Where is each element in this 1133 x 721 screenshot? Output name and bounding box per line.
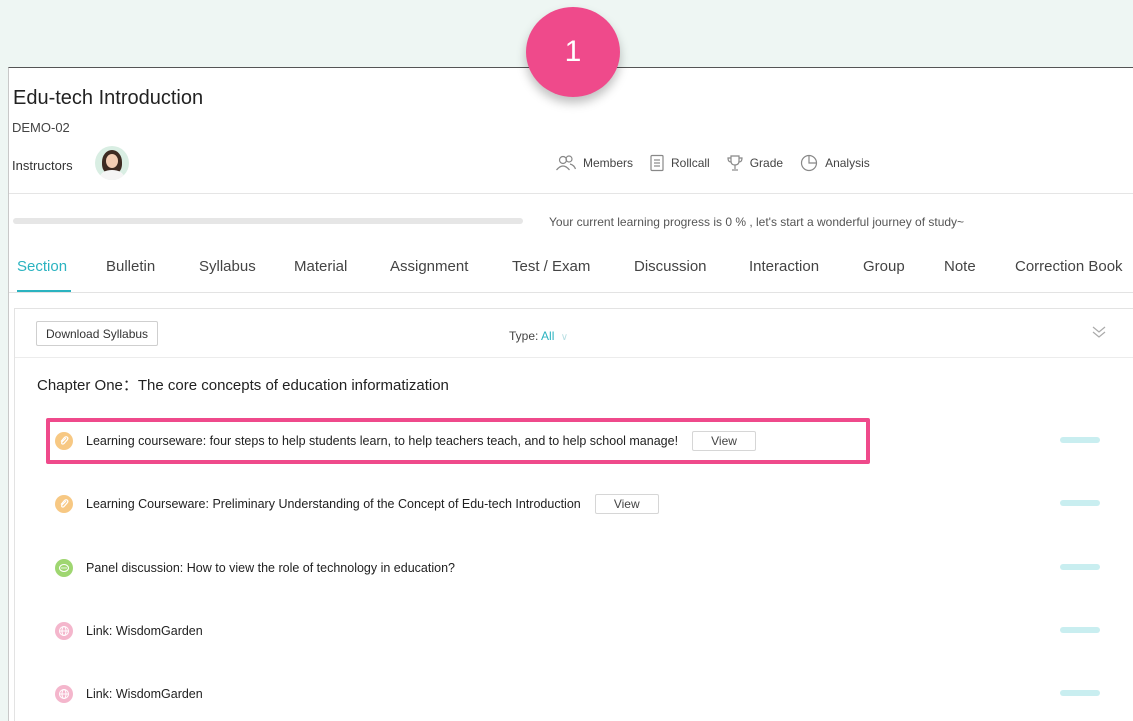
rollcall-label: Rollcall — [671, 156, 710, 170]
step-number: 1 — [564, 35, 582, 68]
item-completion-status — [1060, 500, 1100, 506]
tab-discussion[interactable]: Discussion — [634, 258, 707, 275]
item-title[interactable]: Link: WisdomGarden — [86, 687, 203, 701]
item-completion-status — [1060, 437, 1100, 443]
step-badge: 1 — [526, 7, 620, 97]
tab-material[interactable]: Material — [294, 258, 347, 275]
header-divider — [9, 193, 1133, 194]
type-filter[interactable]: Type: All ∨ — [509, 329, 568, 343]
trophy-icon — [727, 155, 743, 171]
tab-interaction[interactable]: Interaction — [749, 258, 819, 275]
instructors-label: Instructors — [12, 158, 73, 173]
course-tabs: Section Bulletin Syllabus Material Assig… — [9, 246, 1133, 293]
list-item[interactable]: Panel discussion: How to view the role o… — [55, 555, 455, 581]
members-label: Members — [583, 156, 634, 170]
list-item[interactable]: Learning Courseware: Preliminary Underst… — [55, 491, 659, 517]
view-button[interactable]: View — [594, 494, 659, 514]
tab-bulletin[interactable]: Bulletin — [106, 258, 155, 275]
tab-section[interactable]: Section — [17, 258, 67, 275]
course-title: Edu-tech Introduction — [13, 87, 204, 109]
download-syllabus-button[interactable]: Download Syllabus — [36, 321, 159, 346]
tab-note[interactable]: Note — [944, 258, 976, 275]
type-filter-label: Type: — [509, 329, 539, 343]
item-title[interactable]: Panel discussion: How to view the role o… — [86, 561, 455, 575]
courseware-icon — [55, 432, 73, 450]
list-item[interactable]: Link: WisdomGarden — [55, 681, 203, 707]
item-title[interactable]: Learning courseware: four steps to help … — [86, 434, 678, 448]
analysis-button[interactable]: Analysis — [799, 154, 870, 172]
analysis-label: Analysis — [825, 156, 870, 170]
tab-group[interactable]: Group — [863, 258, 905, 275]
item-completion-status — [1060, 690, 1100, 696]
link-icon — [55, 685, 73, 703]
collapse-all-icon[interactable] — [1090, 323, 1108, 341]
item-title[interactable]: Learning Courseware: Preliminary Underst… — [86, 497, 581, 511]
link-icon — [55, 622, 73, 640]
tab-syllabus[interactable]: Syllabus — [199, 258, 256, 275]
chevron-down-icon: ∨ — [560, 332, 569, 343]
courseware-icon — [55, 495, 73, 513]
rollcall-icon — [650, 154, 664, 172]
members-button[interactable]: Members — [555, 154, 633, 172]
chapter-title: Chapter One：The core concepts of educati… — [37, 377, 449, 394]
grade-label: Grade — [749, 156, 784, 170]
chapter-divider — [15, 357, 1133, 358]
pie-chart-icon — [800, 154, 818, 172]
type-filter-value: All — [541, 329, 555, 343]
course-panel: Edu-tech Introduction DEMO-02 Instructor… — [8, 67, 1133, 721]
item-completion-status — [1060, 564, 1100, 570]
course-toolbar: Members Rollcall Grade Analysis — [555, 151, 886, 175]
tab-assignment[interactable]: Assignment — [390, 258, 468, 275]
members-icon — [556, 155, 577, 171]
item-title[interactable]: Link: WisdomGarden — [86, 624, 203, 638]
discussion-icon — [55, 559, 73, 577]
list-item[interactable]: Link: WisdomGarden — [55, 618, 203, 644]
rollcall-button[interactable]: Rollcall — [649, 154, 710, 172]
view-button[interactable]: View — [692, 431, 757, 451]
learning-progress-bar — [13, 218, 523, 224]
learning-progress-text: Your current learning progress is 0 % , … — [549, 215, 965, 229]
instructor-avatar[interactable] — [95, 146, 129, 180]
active-tab-indicator — [17, 290, 71, 292]
section-content: Download Syllabus Type: All ∨ Chapter On… — [14, 308, 1133, 721]
list-item[interactable]: Learning courseware: four steps to help … — [55, 428, 757, 454]
tab-correction-book[interactable]: Correction Book — [1015, 258, 1123, 275]
tab-test-exam[interactable]: Test / Exam — [512, 258, 590, 275]
course-code: DEMO-02 — [12, 120, 70, 135]
item-completion-status — [1060, 627, 1100, 633]
grade-button[interactable]: Grade — [726, 154, 783, 172]
